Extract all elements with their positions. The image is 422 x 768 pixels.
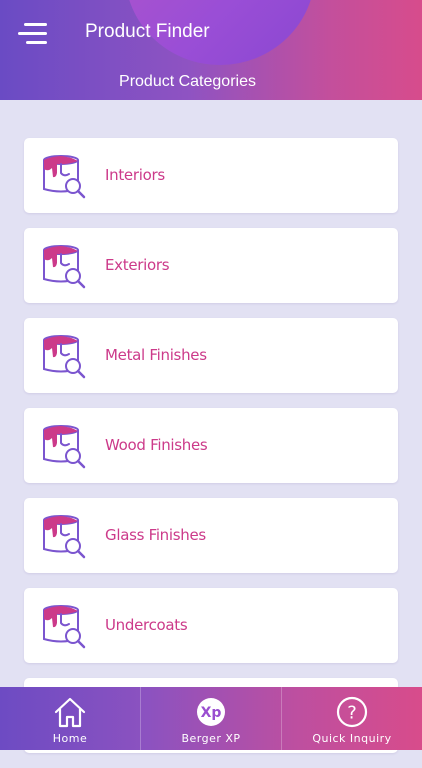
paint-bucket-search-icon [43,515,86,559]
page-title: Product Finder [85,21,210,42]
tab-label: Berger XP [181,732,241,745]
category-card-wood-finishes[interactable]: Wood Finishes [24,408,398,483]
category-label: Interiors [105,166,165,184]
category-card-interiors[interactable]: Interiors [24,138,398,213]
category-label: Glass Finishes [105,526,206,544]
tab-quick-inquiry[interactable]: ? Quick Inquiry [282,687,422,750]
category-label: Wood Finishes [105,436,208,454]
category-label: Metal Finishes [105,346,207,364]
xp-logo-icon: Xp [197,698,225,726]
category-label: Undercoats [105,616,188,634]
svg-text:?: ? [347,703,357,724]
app-header: Product Finder Product Categories [0,0,422,100]
tab-label: Home [52,732,88,745]
svg-text:Xp: Xp [201,705,222,721]
category-card-glass-finishes[interactable]: Glass Finishes [24,498,398,573]
page-subtitle: Product Categories [119,73,256,90]
paint-bucket-search-icon [43,425,86,469]
category-list: Interiors Exteriors Metal Finishes Wood … [24,138,398,768]
tab-home[interactable]: Home [0,687,141,750]
home-icon [54,697,86,728]
paint-bucket-search-icon [43,605,86,649]
tab-berger-xp[interactable]: Xp Berger XP [141,687,282,750]
paint-bucket-search-icon [43,245,86,289]
category-label: Exteriors [105,256,170,274]
question-mark-icon: ? [336,696,368,728]
category-card-undercoats[interactable]: Undercoats [24,588,398,663]
tab-label: Quick Inquiry [312,732,392,745]
hamburger-menu-icon[interactable] [16,22,50,46]
category-card-metal-finishes[interactable]: Metal Finishes [24,318,398,393]
paint-bucket-search-icon [43,155,86,199]
bottom-tab-bar: Home Xp Berger XP ? Quick Inquiry [0,687,422,750]
paint-bucket-search-icon [43,335,86,379]
category-card-exteriors[interactable]: Exteriors [24,228,398,303]
